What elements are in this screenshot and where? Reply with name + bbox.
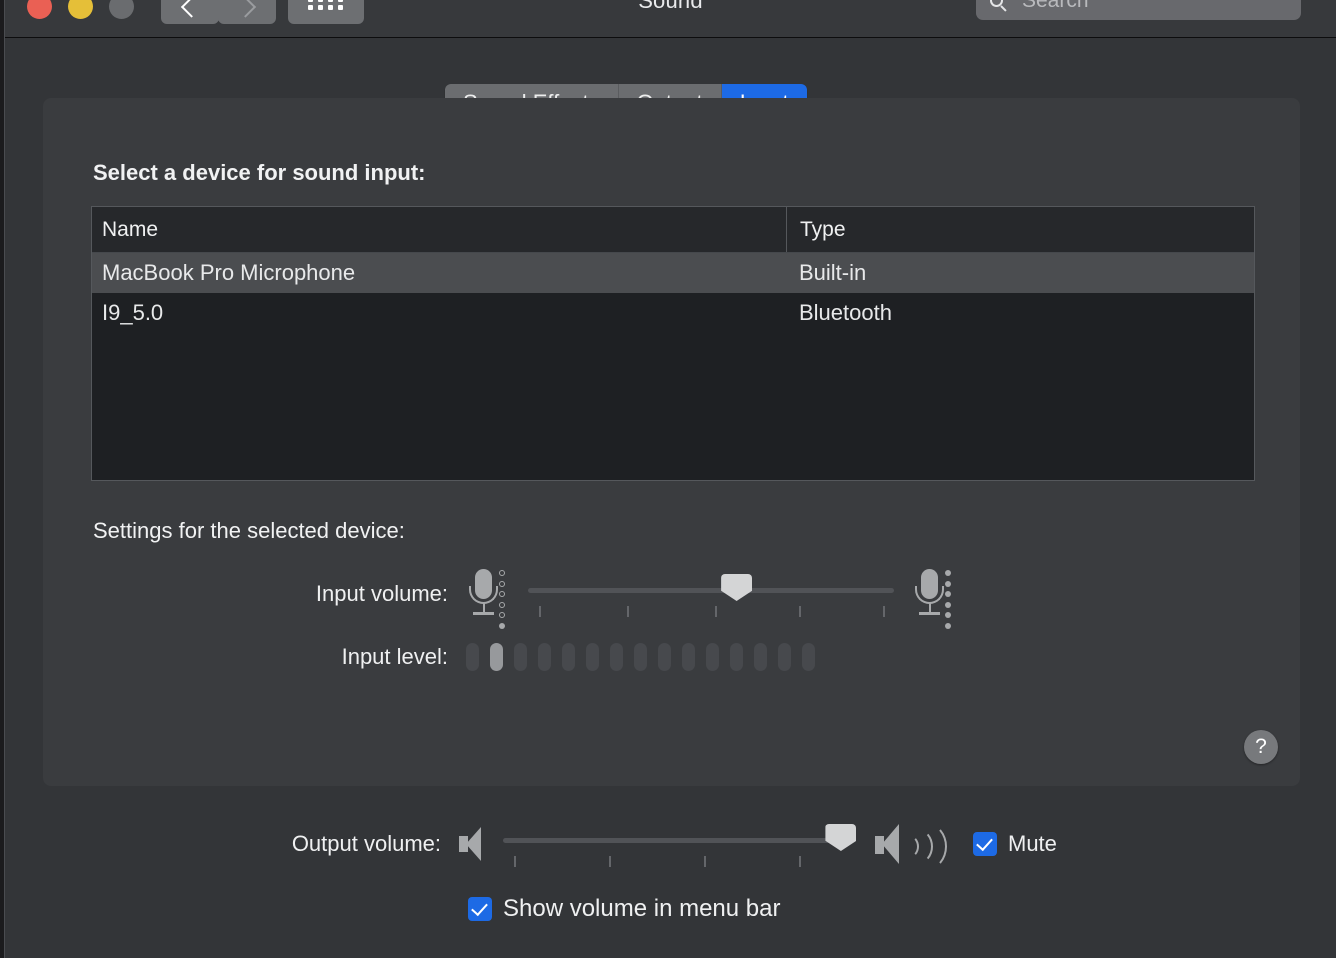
settings-heading: Settings for the selected device:: [93, 518, 405, 543]
input-volume-thumb[interactable]: [721, 574, 753, 601]
output-volume-thumb[interactable]: [825, 824, 857, 851]
input-volume-track[interactable]: [528, 588, 894, 593]
input-level-segment: [754, 643, 767, 671]
input-device-table[interactable]: Name Type MacBook Pro Microphone Built-i…: [91, 206, 1255, 481]
input-level-meter: [466, 643, 815, 671]
table-row[interactable]: MacBook Pro Microphone Built-in: [92, 253, 1254, 293]
input-level-segment: [466, 643, 479, 671]
input-level-segment: [706, 643, 719, 671]
window-title-bar: Sound Search: [5, 0, 1336, 38]
output-volume-track[interactable]: [503, 838, 855, 843]
input-level-segment: [682, 643, 695, 671]
device-name: I9_5.0: [102, 300, 164, 325]
output-volume-row: Output volume: Mute: [5, 820, 1336, 870]
microphone-low-icon: [466, 568, 510, 629]
input-level-segment: [802, 643, 815, 671]
column-header-name[interactable]: Name: [92, 207, 786, 252]
input-level-segment: [586, 643, 599, 671]
checkmark-icon: [976, 833, 993, 852]
speaker-mute-icon: [459, 827, 483, 861]
input-level-label: Input level:: [341, 644, 448, 669]
search-icon: [990, 0, 1009, 13]
sound-preferences-window: Sound Search Sound Effects Output Input …: [4, 0, 1336, 958]
input-level-row: Input level:: [43, 643, 1300, 671]
input-level-segment: [490, 643, 503, 671]
input-level-segment: [514, 643, 527, 671]
checkmark-icon: [471, 898, 488, 917]
input-settings-panel: Select a device for sound input: Name Ty…: [43, 98, 1300, 786]
mute-checkbox-box[interactable]: [973, 832, 997, 856]
input-level-segment: [562, 643, 575, 671]
speaker-loud-icon: [875, 823, 951, 870]
select-device-heading: Select a device for sound input:: [93, 160, 426, 185]
mute-checkbox-label: Mute: [1008, 831, 1057, 856]
input-volume-row: Input volume:: [43, 568, 1300, 629]
input-level-segment: [658, 643, 671, 671]
search-placeholder: Search: [1022, 0, 1089, 12]
table-row[interactable]: I9_5.0 Bluetooth: [92, 293, 1254, 333]
column-header-type[interactable]: Type: [786, 207, 1254, 252]
mute-checkbox[interactable]: Mute: [973, 831, 1057, 857]
input-level-segment: [538, 643, 551, 671]
output-volume-slider[interactable]: [503, 820, 857, 868]
input-volume-label: Input volume:: [315, 581, 448, 606]
output-volume-label: Output volume:: [291, 831, 441, 856]
input-level-segment: [610, 643, 623, 671]
help-button[interactable]: ?: [1244, 730, 1278, 764]
input-volume-ticks: [528, 606, 894, 617]
output-volume-ticks: [503, 856, 855, 867]
input-level-segment: [778, 643, 791, 671]
search-input[interactable]: Search: [976, 0, 1301, 20]
microphone-high-icon: [912, 568, 956, 629]
show-volume-in-menu-bar-checkbox[interactable]: Show volume in menu bar: [468, 895, 780, 923]
device-type: Bluetooth: [799, 300, 892, 325]
input-level-segment: [634, 643, 647, 671]
input-volume-slider[interactable]: [528, 570, 894, 618]
device-type: Built-in: [799, 260, 867, 285]
show-volume-checkbox-box[interactable]: [468, 897, 492, 921]
device-name: MacBook Pro Microphone: [102, 260, 356, 285]
show-volume-checkbox-label: Show volume in menu bar: [503, 895, 781, 922]
table-header-row: Name Type: [92, 207, 1254, 253]
input-level-segment: [730, 643, 743, 671]
